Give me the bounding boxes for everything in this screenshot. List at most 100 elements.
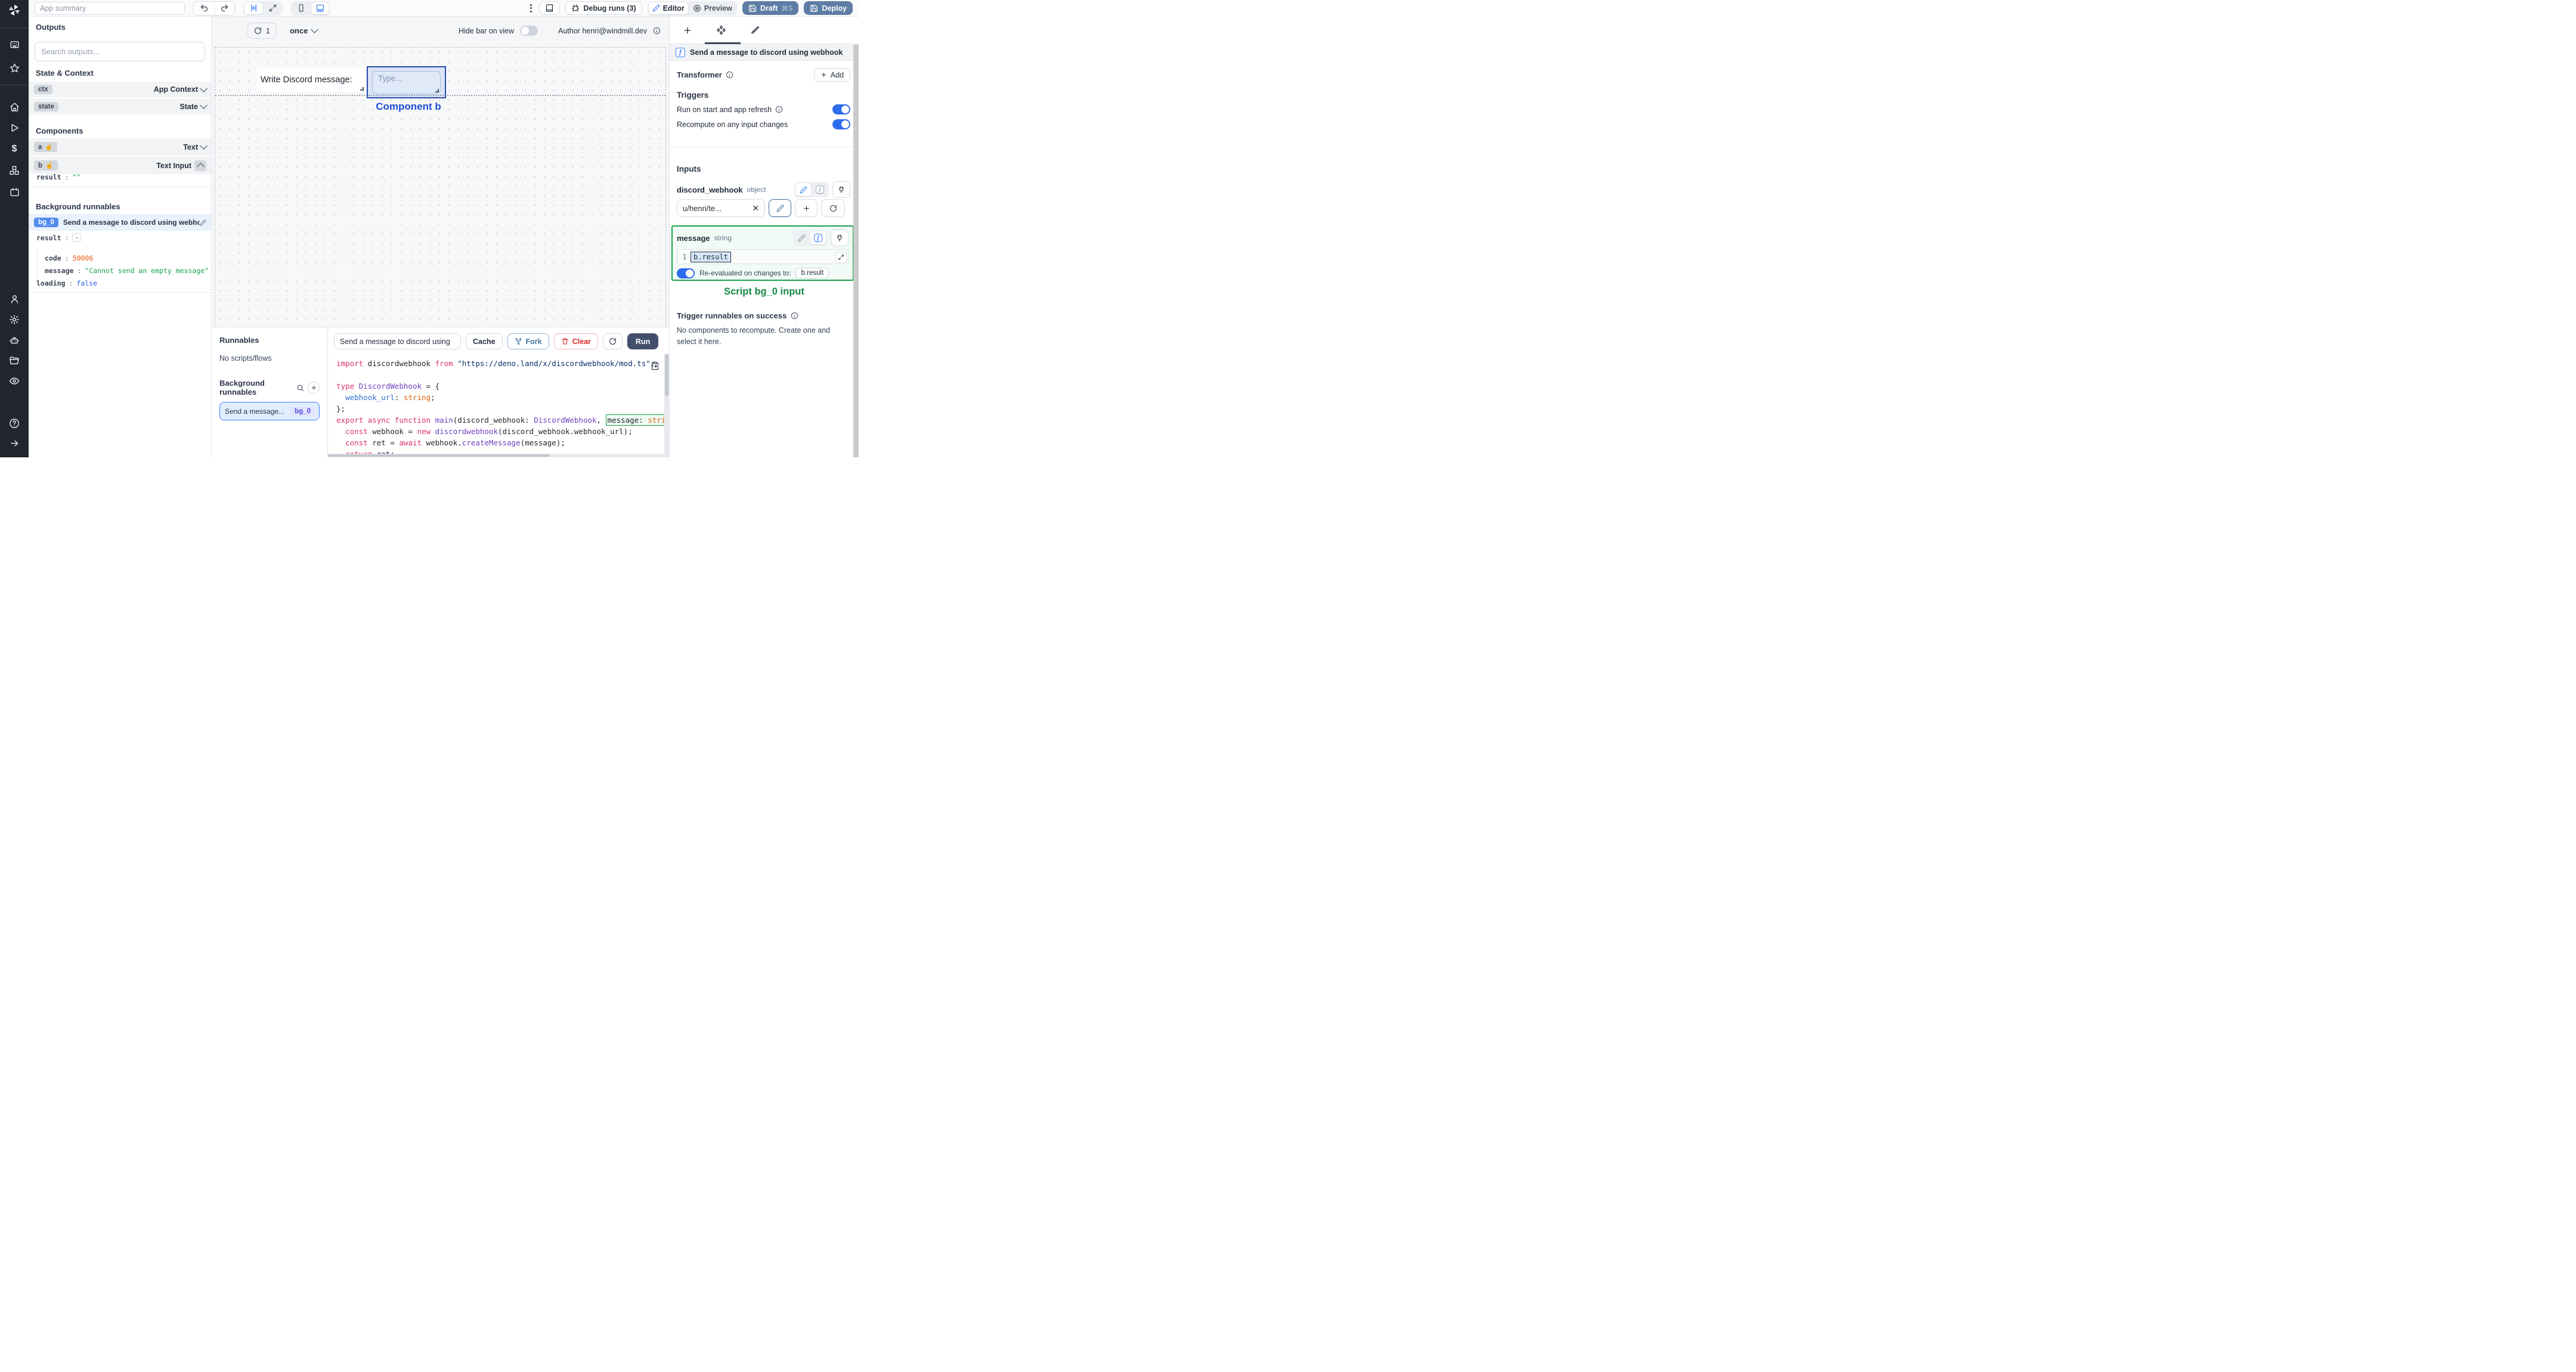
edit-pencil-icon[interactable] <box>200 219 206 226</box>
expand-editor-icon[interactable] <box>835 252 847 263</box>
info-icon[interactable] <box>791 312 798 320</box>
eval-function-icon[interactable]: f <box>810 231 826 244</box>
bug-icon <box>572 4 580 11</box>
output-row-ctx[interactable]: ctx App Context <box>29 82 211 97</box>
runnable-name-input[interactable] <box>334 333 461 349</box>
reeval-label: Re-evaluated on changes to: <box>699 269 791 277</box>
eval-function-icon[interactable]: f <box>812 183 828 196</box>
add-resource-button[interactable] <box>795 199 818 217</box>
app-canvas[interactable]: Write Discord message: Type... Component… <box>215 47 666 354</box>
variables-dollar-icon[interactable]: $ <box>0 141 29 157</box>
info-icon[interactable] <box>653 27 661 35</box>
panel-scrollbar[interactable] <box>853 45 859 457</box>
tab-editor[interactable]: Editor <box>648 2 688 14</box>
windmill-logo-icon[interactable] <box>0 2 29 18</box>
deploy-button[interactable]: Deploy <box>804 1 853 15</box>
draft-button[interactable]: Draft ⌘S <box>742 1 799 15</box>
preview-label: Preview <box>704 4 732 13</box>
docs-book-button[interactable] <box>539 1 561 15</box>
runnable-item-bg0[interactable]: Send a message... bg_0 <box>219 402 320 420</box>
mobile-view-button[interactable] <box>292 2 310 14</box>
fork-button[interactable]: Fork <box>507 333 549 349</box>
desktop-view-button[interactable] <box>311 2 329 14</box>
chevron-down-icon[interactable] <box>200 84 208 92</box>
trash-icon <box>561 338 568 345</box>
chevron-down-icon[interactable] <box>200 101 208 109</box>
workers-robot-icon[interactable] <box>0 333 29 348</box>
horizontal-scrollbar[interactable] <box>328 454 669 457</box>
add-transformer-button[interactable]: Add <box>813 68 850 82</box>
redo-button[interactable] <box>214 1 234 15</box>
result-key: result <box>36 173 61 181</box>
runs-play-icon[interactable] <box>0 120 29 135</box>
debug-runs-button[interactable]: Debug runs (3) <box>565 1 642 15</box>
output-row-state[interactable]: state State <box>29 98 211 114</box>
bg0-row[interactable]: bg_0 Send a message to discord using web… <box>29 214 211 231</box>
clear-button[interactable]: Clear <box>553 333 598 349</box>
home-icon[interactable] <box>0 99 29 114</box>
text-component-a[interactable]: Write Discord message: <box>257 67 365 92</box>
resize-handle[interactable] <box>360 87 364 91</box>
connect-plug-icon[interactable] <box>832 181 850 198</box>
chevron-up-icon[interactable] <box>194 160 206 171</box>
tab-preview[interactable]: Preview <box>689 2 736 14</box>
app-summary-input[interactable] <box>35 1 185 15</box>
refresh-code-button[interactable] <box>602 333 623 349</box>
collapse-toggle[interactable]: - <box>72 233 82 242</box>
clear-x-icon[interactable]: ✕ <box>752 203 759 213</box>
run-on-start-toggle[interactable] <box>832 104 850 114</box>
resource-picker-input[interactable]: u/henri/te... ✕ <box>677 199 765 217</box>
add-runnable-button[interactable] <box>308 382 320 394</box>
run-button[interactable]: Run <box>627 333 659 349</box>
favorites-star-icon[interactable] <box>0 60 29 76</box>
resources-cubes-icon[interactable] <box>0 163 29 178</box>
tab-insert-plus-icon[interactable] <box>683 26 692 35</box>
tab-styling-brush-icon[interactable] <box>750 26 760 35</box>
bg0-loading-row: loading : false <box>36 279 97 287</box>
text-input-component[interactable]: Type... <box>372 71 441 94</box>
fullscreen-button[interactable] <box>264 2 281 14</box>
expand-rail-arrow-icon[interactable] <box>0 435 29 451</box>
settings-gear-icon[interactable] <box>0 312 29 327</box>
static-pencil-icon[interactable] <box>795 183 811 196</box>
selected-component-b[interactable]: Type... <box>367 66 446 98</box>
recompute-toggle[interactable] <box>832 119 850 129</box>
tab-component-settings-icon[interactable] <box>716 25 726 35</box>
schedules-calendar-icon[interactable] <box>0 184 29 200</box>
run-mode-dropdown[interactable]: once <box>290 26 319 35</box>
code-editor[interactable]: import discordwebhook from "https://deno… <box>328 354 669 457</box>
undo-button[interactable] <box>194 2 214 15</box>
refresh-resource-button[interactable] <box>821 199 845 217</box>
refresh-icon <box>255 27 261 34</box>
component-row-a[interactable]: a ☝ Text <box>29 138 211 156</box>
edit-resource-pencil-button[interactable] <box>769 199 791 217</box>
static-pencil-icon[interactable] <box>794 231 809 244</box>
transformer-row: Transformer Add <box>677 68 850 82</box>
resize-handle[interactable] <box>435 89 439 92</box>
component-row-b[interactable]: b ☝ Text Input <box>29 157 211 174</box>
chevron-down-icon[interactable] <box>200 142 208 150</box>
info-icon[interactable] <box>726 71 733 79</box>
message-expression-editor[interactable]: 1 b.result <box>677 249 849 264</box>
workspace-icon[interactable] <box>0 37 29 52</box>
more-menu-button[interactable] <box>528 4 534 13</box>
copy-code-icon[interactable] <box>651 361 660 370</box>
colon: : <box>77 267 82 275</box>
search-icon[interactable] <box>296 384 304 392</box>
component-b-type: Text Input <box>156 161 191 170</box>
align-center-button[interactable] <box>244 2 262 14</box>
folders-icon[interactable] <box>0 353 29 368</box>
cache-button[interactable]: Cache <box>466 333 503 349</box>
plus-icon <box>821 72 826 78</box>
reeval-toggle[interactable] <box>677 268 695 278</box>
audit-eye-icon[interactable] <box>0 373 29 389</box>
vertical-scrollbar[interactable] <box>664 354 669 454</box>
hide-bar-toggle[interactable] <box>520 26 538 36</box>
info-icon[interactable] <box>775 106 783 113</box>
user-icon[interactable] <box>0 291 29 306</box>
connect-plug-icon[interactable] <box>831 230 849 246</box>
draft-shortcut: ⌘S <box>781 5 793 13</box>
refresh-count-button[interactable]: 1 <box>247 23 277 39</box>
search-outputs-input[interactable] <box>35 42 205 61</box>
help-icon[interactable] <box>0 416 29 431</box>
